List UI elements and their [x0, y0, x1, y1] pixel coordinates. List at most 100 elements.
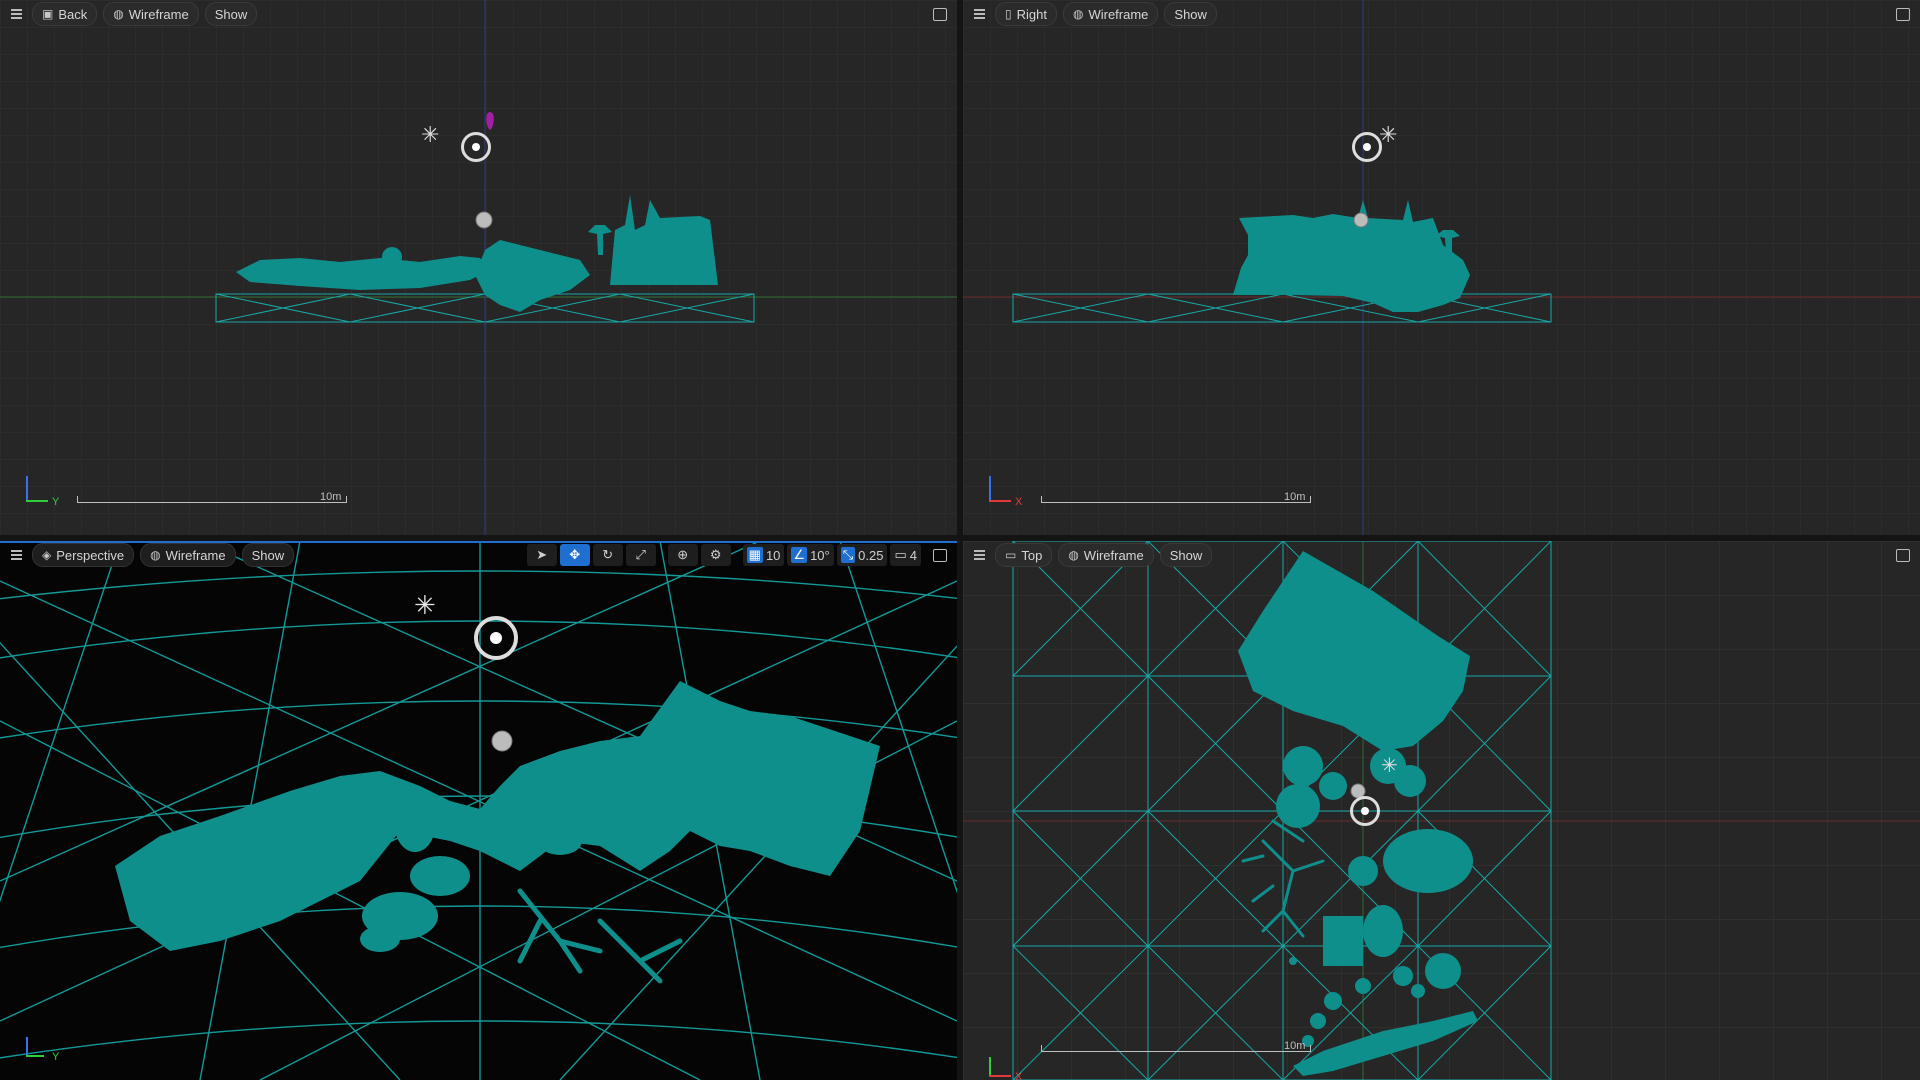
view-mode-label: Wireframe [1083, 547, 1144, 563]
top-scene [963, 541, 1920, 1080]
wireframe-sphere-icon: ◍ [1072, 7, 1084, 21]
surface-snap-icon[interactable]: ⚙ [700, 544, 731, 566]
grid-snap-toggle[interactable]: ▦ 10 [742, 544, 785, 566]
view-type-button[interactable]: ▯ Right [995, 2, 1057, 26]
back-scene [0, 0, 957, 535]
view-type-button[interactable]: ◈ Perspective [32, 543, 135, 567]
wireframe-sphere-icon: ◍ [150, 548, 161, 562]
view-mode-button[interactable]: ◍ Wireframe [1058, 543, 1154, 567]
camera-speed-value: 4 [909, 547, 917, 563]
directional-light-icon[interactable]: ✳ [1381, 753, 1398, 778]
show-button[interactable]: Show [204, 2, 258, 26]
grid-snap-value: 10 [765, 547, 781, 563]
view-mode-label: Wireframe [128, 6, 189, 22]
angle-snap-value: 10° [810, 547, 830, 563]
view-type-button[interactable]: ▣ Back [32, 2, 98, 26]
scale-label: 10m [1284, 1040, 1306, 1052]
view-cube-icon: ▯ [1005, 7, 1012, 21]
view-type-label: Right [1016, 6, 1047, 22]
hamburger-menu-icon[interactable] [6, 4, 26, 24]
snap-tools: ▦ 10 ∠ 10° ⤡ 0.25 ▭ 4 [742, 544, 921, 566]
perspective-cube-icon: ◈ [42, 548, 52, 562]
view-type-label: Top [1021, 547, 1043, 563]
scale-label: 10m [320, 491, 342, 503]
camera-speed-icon: ▭ [894, 547, 907, 562]
hamburger-menu-icon[interactable] [969, 4, 989, 24]
scale-snap-toggle[interactable]: ⤡ 0.25 [836, 544, 888, 566]
scale-bar [1041, 1045, 1311, 1052]
view-mode-label: Wireframe [165, 547, 226, 563]
world-space-icon[interactable]: ⊕ [667, 544, 698, 566]
view-cube-icon: ▭ [1005, 548, 1017, 562]
view-mode-button[interactable]: ◍ Wireframe [1062, 2, 1159, 26]
axis-label: X [1015, 496, 1023, 508]
view-type-button[interactable]: ▭ Top [995, 543, 1053, 567]
scale-icon[interactable]: ⤢ [625, 544, 656, 566]
terrain-mesh [1233, 200, 1470, 312]
reflection-sphere-icon [475, 211, 493, 229]
terrain-mesh [115, 681, 880, 952]
viewport-right[interactable]: ✳ ▯ Right ◍ Wireframe Show X 10m [963, 0, 1920, 535]
space-tools: ⊕ ⚙ [667, 544, 731, 566]
hamburger-menu-icon[interactable] [6, 545, 26, 565]
hamburger-menu-icon[interactable] [969, 545, 989, 565]
scale-bar [77, 496, 347, 503]
viewport-toolbar: ▭ Top ◍ Wireframe Show [963, 541, 1920, 569]
scale-snap-icon: ⤡ [840, 547, 856, 563]
active-viewport-highlight [0, 541, 957, 543]
camera-speed-button[interactable]: ▭ 4 [890, 544, 921, 566]
rotate-icon[interactable]: ↻ [592, 544, 623, 566]
viewport-top[interactable]: ✳ ▭ Top ◍ Wireframe Show X 10m [963, 541, 1920, 1080]
maximize-viewport-icon[interactable] [933, 7, 947, 21]
view-cube-icon: ▣ [42, 7, 54, 21]
show-button[interactable]: Show [1159, 543, 1213, 567]
scale-snap-value: 0.25 [858, 547, 884, 563]
select-arrow-icon[interactable]: ➤ [526, 544, 557, 566]
viewport-back[interactable]: ✳ ▣ Back ◍ Wireframe Show Y 10m [0, 0, 957, 535]
angle-snap-toggle[interactable]: ∠ 10° [787, 544, 834, 566]
show-button[interactable]: Show [1164, 2, 1217, 26]
viewport-toolbar: ◈ Perspective ◍ Wireframe Show ➤ ✥ ↻ ⤢ ⊕… [0, 541, 957, 569]
view-mode-button[interactable]: ◍ Wireframe [103, 2, 199, 26]
sky-light-icon[interactable] [461, 132, 491, 162]
view-type-label: Perspective [56, 547, 125, 563]
viewport-toolbar: ▣ Back ◍ Wireframe Show [0, 0, 957, 28]
bounding-box-wire [1012, 293, 1552, 323]
perspective-scene [0, 541, 957, 1080]
axis-gizmo: X [985, 466, 1025, 508]
axis-gizmo: X [985, 1041, 1025, 1080]
grid-snap-icon: ▦ [746, 547, 763, 563]
sky-light-icon[interactable] [1352, 132, 1382, 162]
maximize-viewport-icon[interactable] [1896, 548, 1910, 562]
axis-label: Y [52, 496, 60, 508]
view-mode-button[interactable]: ◍ Wireframe [140, 543, 236, 567]
reflection-sphere-icon [491, 730, 513, 752]
directional-light-icon[interactable]: ✳ [421, 122, 439, 148]
directional-light-icon[interactable]: ✳ [414, 590, 436, 621]
wireframe-sphere-icon: ◍ [1068, 548, 1079, 562]
reflection-sphere-icon [1353, 212, 1369, 228]
wireframe-sphere-icon: ◍ [113, 7, 124, 21]
view-type-label: Back [58, 6, 88, 22]
axis-gizmo: Y [22, 1021, 62, 1063]
angle-snap-icon: ∠ [791, 547, 808, 563]
show-label: Show [214, 6, 248, 22]
show-button[interactable]: Show [241, 543, 295, 567]
viewport-perspective[interactable]: ✳ ◈ Perspective ◍ Wireframe Show ➤ ✥ ↻ ⤢… [0, 541, 957, 1080]
maximize-viewport-icon[interactable] [933, 548, 947, 562]
right-scene [963, 0, 1920, 535]
axis-label: Y [52, 1051, 60, 1063]
sky-light-icon[interactable] [1350, 796, 1380, 826]
scale-bar [1041, 496, 1311, 503]
viewport-splitter-vertical[interactable] [957, 0, 963, 1080]
axis-label: X [1015, 1071, 1023, 1080]
show-label: Show [251, 547, 285, 563]
show-label: Show [1174, 6, 1207, 22]
sky-light-icon[interactable] [474, 616, 518, 660]
axis-gizmo: Y [22, 466, 62, 508]
maximize-viewport-icon[interactable] [1896, 7, 1910, 21]
transform-tools: ➤ ✥ ↻ ⤢ [526, 544, 656, 566]
show-label: Show [1169, 547, 1203, 563]
view-mode-label: Wireframe [1088, 6, 1149, 22]
translate-icon[interactable]: ✥ [559, 544, 590, 566]
